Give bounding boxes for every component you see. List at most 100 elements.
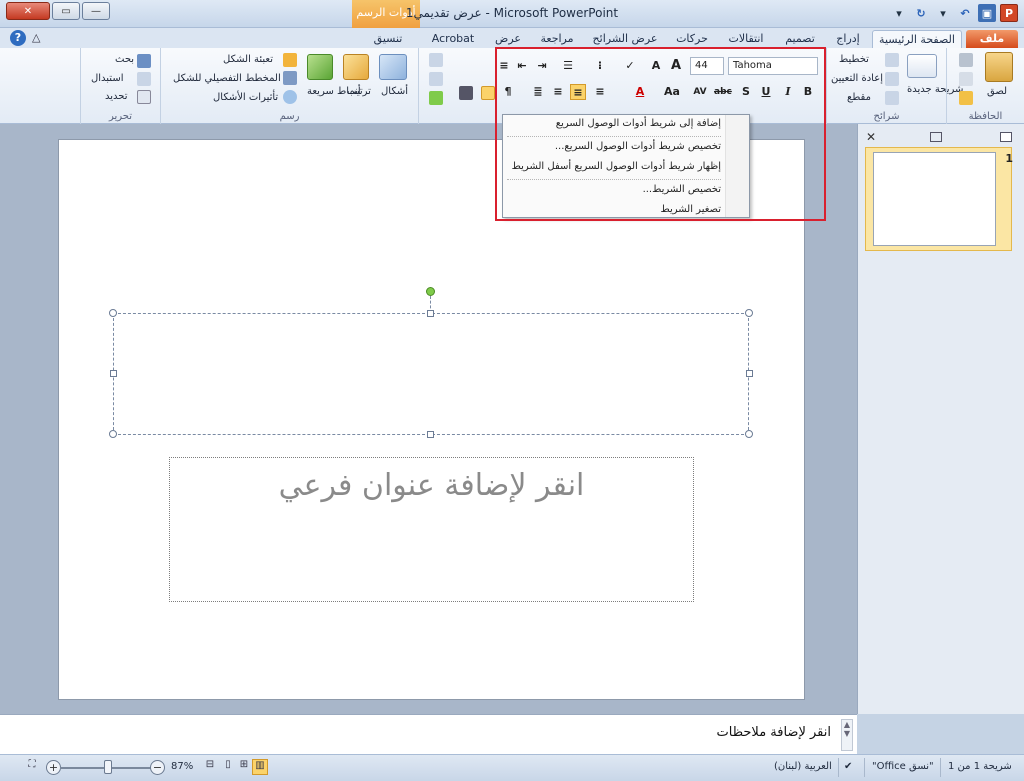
- outline-tab-icon[interactable]: [930, 132, 942, 142]
- resize-handle[interactable]: [427, 431, 434, 438]
- tab-insert[interactable]: إدراج: [830, 30, 866, 48]
- repeat-icon[interactable]: ↻: [912, 4, 930, 22]
- font-size-box[interactable]: 44: [690, 57, 724, 75]
- menu-customize-qat[interactable]: تخصيص شريط أدوات الوصول السريع...: [503, 138, 749, 158]
- reset-button[interactable]: إعادة التعيين: [831, 73, 883, 84]
- resize-handle[interactable]: [427, 310, 434, 317]
- slide-thumbnail-selected[interactable]: 1: [865, 147, 1013, 251]
- close-pane-icon[interactable]: ✕: [866, 130, 876, 144]
- grow-font-icon[interactable]: A: [668, 58, 684, 74]
- resize-handle[interactable]: [746, 370, 753, 377]
- bullets-icon[interactable]: ⁝: [592, 58, 608, 74]
- tab-design[interactable]: تصميم: [780, 30, 820, 48]
- shrink-font-icon[interactable]: A: [648, 58, 664, 74]
- menu-show-qat-below[interactable]: إظهار شريط أدوات الوصول السريع أسفل الشر…: [503, 158, 749, 178]
- spellcheck-icon[interactable]: ✔: [844, 761, 852, 772]
- underline-icon[interactable]: U: [758, 84, 774, 100]
- shape-fill-button[interactable]: تعبئة الشكل: [223, 54, 273, 65]
- resize-handle[interactable]: [110, 370, 117, 377]
- zoom-in-button[interactable]: +: [46, 760, 61, 775]
- language-status[interactable]: العربية (لبنان): [774, 761, 832, 772]
- help-icon[interactable]: ?: [10, 30, 26, 46]
- minimize-ribbon-icon[interactable]: △: [32, 31, 40, 44]
- menu-customize-ribbon[interactable]: تخصيص الشريط...: [503, 181, 749, 201]
- change-case-icon[interactable]: Aa: [664, 84, 680, 100]
- zoom-level[interactable]: 87%: [171, 761, 193, 772]
- menu-minimize-ribbon[interactable]: تصغير الشريط: [503, 201, 749, 221]
- shadow-icon[interactable]: S: [738, 84, 754, 100]
- tab-view[interactable]: عرض: [490, 30, 526, 48]
- align-center-icon[interactable]: ≡: [570, 84, 586, 100]
- columns-icon[interactable]: [459, 86, 473, 100]
- layout-button[interactable]: تخطيط: [839, 54, 869, 65]
- powerpoint-logo-icon[interactable]: P: [1000, 4, 1018, 22]
- slides-tab-icon[interactable]: [1000, 132, 1012, 142]
- line-spacing-icon[interactable]: ☰: [560, 58, 576, 74]
- fit-to-window-icon[interactable]: ⛶: [24, 759, 40, 775]
- title-placeholder[interactable]: [113, 313, 749, 435]
- increase-indent-icon[interactable]: ⇥: [534, 58, 550, 74]
- zoom-slider-knob[interactable]: [104, 760, 112, 774]
- resize-handle[interactable]: [745, 430, 753, 438]
- list-icon[interactable]: ≡: [496, 58, 512, 74]
- paste-button[interactable]: لصق: [987, 86, 1007, 97]
- rtl-paragraph-icon[interactable]: [481, 86, 495, 100]
- section-button[interactable]: مقطع: [847, 92, 871, 103]
- tab-transitions[interactable]: انتقالات: [724, 30, 768, 48]
- customize-qat-icon[interactable]: ▾: [890, 4, 908, 22]
- text-direction-icon[interactable]: [429, 53, 443, 67]
- shapes-icon: [379, 54, 407, 80]
- shape-effects-button[interactable]: تأثيرات الأشكال: [213, 92, 278, 103]
- shape-outline-button[interactable]: المخطط التفصيلي للشكل: [173, 73, 281, 84]
- smartart-icon[interactable]: [429, 91, 443, 105]
- tab-review[interactable]: مراجعة: [534, 30, 580, 48]
- notes-pane[interactable]: انقر لإضافة ملاحظات ▲ ▼: [0, 714, 857, 754]
- align-left-icon[interactable]: ≡: [550, 84, 566, 100]
- font-color-icon[interactable]: A: [632, 84, 648, 100]
- shapes-button[interactable]: أشكال: [381, 86, 408, 97]
- select-button[interactable]: تحديد: [105, 91, 128, 102]
- justify-icon[interactable]: ≣: [530, 84, 546, 100]
- copy-icon[interactable]: [959, 72, 973, 86]
- resize-handle[interactable]: [109, 430, 117, 438]
- bold-icon[interactable]: B: [800, 84, 816, 100]
- italic-icon[interactable]: I: [780, 84, 796, 100]
- spelling-icon[interactable]: ✓: [622, 58, 638, 74]
- slide-thumbnail[interactable]: [873, 152, 996, 246]
- subtitle-placeholder[interactable]: انقر لإضافة عنوان فرعي: [169, 457, 694, 602]
- tab-format[interactable]: تنسيق: [368, 30, 408, 48]
- tab-acrobat[interactable]: Acrobat: [430, 30, 476, 48]
- menu-add-to-qat[interactable]: إضافة إلى شريط أدوات الوصول السريع: [503, 115, 749, 135]
- format-painter-icon[interactable]: [959, 91, 973, 105]
- slideshow-view-icon[interactable]: ⊟: [202, 759, 218, 775]
- cut-icon[interactable]: [959, 53, 973, 67]
- rtl-icon[interactable]: ¶: [500, 84, 516, 100]
- editing-group-label: تحرير: [108, 111, 133, 122]
- select-arrow-icon: [137, 90, 151, 104]
- replace-button[interactable]: استبدال: [91, 73, 124, 84]
- font-name-box[interactable]: Tahoma: [728, 57, 818, 75]
- slide-sorter-view-icon[interactable]: ⊞: [236, 759, 252, 775]
- undo-icon[interactable]: ↶: [956, 4, 974, 22]
- decrease-indent-icon[interactable]: ⇤: [514, 58, 530, 74]
- find-button[interactable]: بحث: [115, 54, 134, 65]
- align-right-icon[interactable]: ≡: [592, 84, 608, 100]
- tab-file[interactable]: ملف: [966, 30, 1018, 48]
- zoom-out-button[interactable]: −: [150, 760, 165, 775]
- char-spacing-icon[interactable]: AV: [692, 84, 708, 100]
- notes-scrollbar[interactable]: ▲ ▼: [841, 719, 853, 751]
- tab-home[interactable]: الصفحة الرئيسية: [872, 30, 962, 48]
- tab-slideshow[interactable]: عرض الشرائح: [592, 30, 658, 48]
- resize-handle[interactable]: [109, 309, 117, 317]
- align-text-icon[interactable]: [429, 72, 443, 86]
- rotate-handle[interactable]: [426, 287, 435, 296]
- arrange-button[interactable]: ترتيب: [347, 86, 371, 97]
- save-icon[interactable]: ▣: [978, 4, 996, 22]
- reading-view-icon[interactable]: ▯: [220, 759, 236, 775]
- strikethrough-icon[interactable]: abc: [714, 84, 732, 100]
- normal-view-icon[interactable]: ▥: [252, 759, 268, 775]
- quick-styles-icon: [307, 54, 333, 80]
- resize-handle[interactable]: [745, 309, 753, 317]
- tab-animations[interactable]: حركات: [672, 30, 712, 48]
- dropdown-icon[interactable]: ▾: [934, 4, 952, 22]
